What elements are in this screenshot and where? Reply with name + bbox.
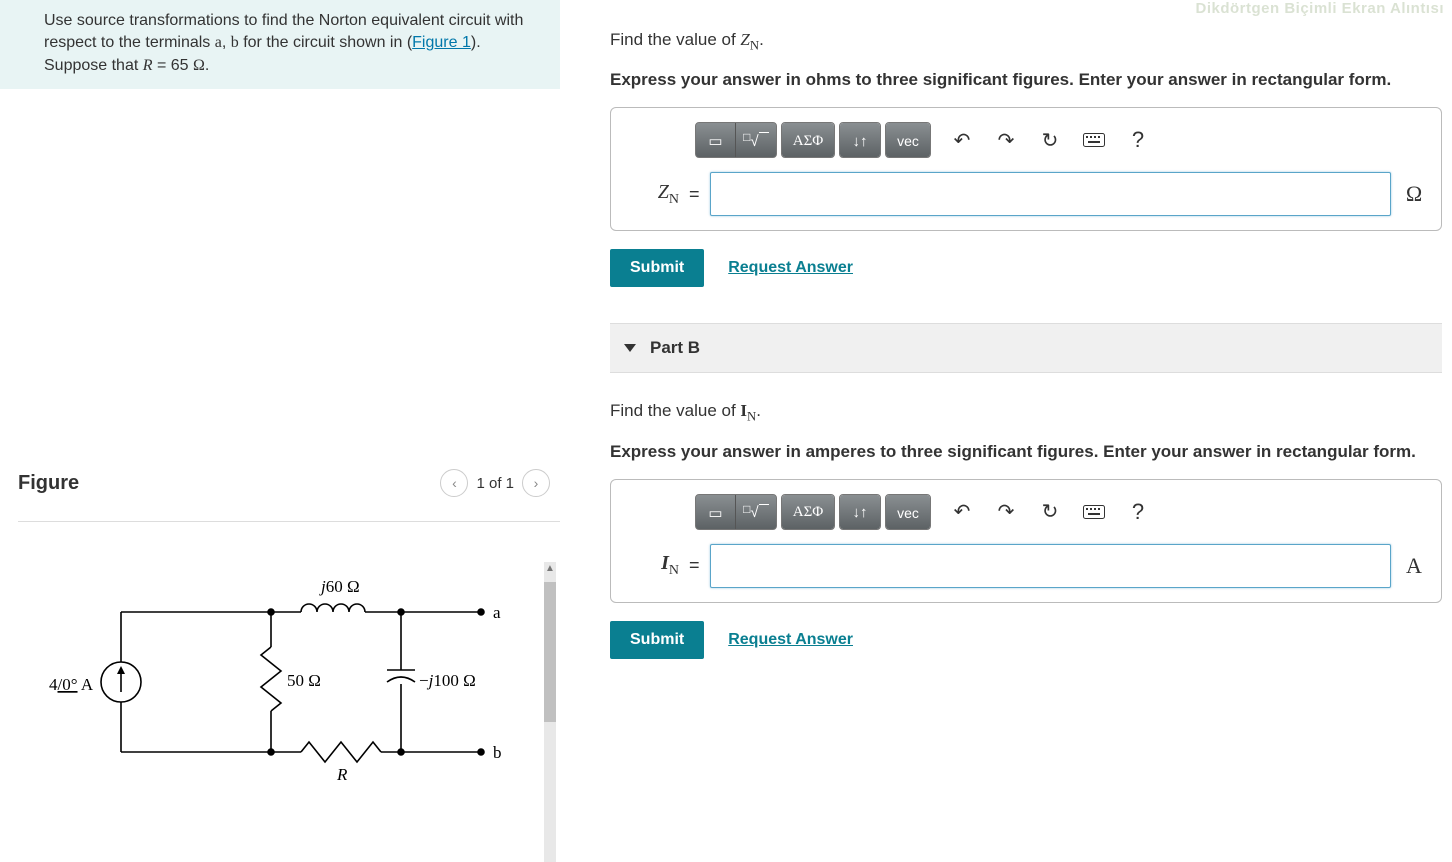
keyboard-icon — [1083, 133, 1105, 147]
greek-button[interactable]: ΑΣΦ — [782, 123, 834, 158]
subscript-button[interactable]: ↓↑ — [840, 495, 880, 530]
keyboard-button[interactable] — [1081, 127, 1107, 153]
greek-button[interactable]: ΑΣΦ — [782, 495, 834, 530]
part-b-instruction: Express your answer in amperes to three … — [610, 441, 1442, 463]
figure-title: Figure — [18, 472, 79, 495]
zn-unit: Ω — [1401, 181, 1427, 207]
reset-button[interactable]: ↻ — [1037, 499, 1063, 525]
figure-nav: ‹ 1 of 1 › — [440, 469, 550, 497]
subscript-button[interactable]: ↓↑ — [840, 123, 880, 158]
undo-button[interactable]: ↶ — [949, 499, 975, 525]
sqrt-button[interactable]: □√ — [736, 495, 776, 530]
part-b-toolbar: ▭ □√ ΑΣΦ ↓↑ vec ↶ ↷ ↻ — [695, 494, 1427, 530]
label-R: R — [336, 765, 348, 784]
caret-down-icon — [624, 344, 636, 352]
part-b-find: Find the value of IN. — [610, 401, 1442, 424]
part-b-content: Find the value of IN. Express your answe… — [610, 373, 1442, 658]
part-b-request-answer-link[interactable]: Request Answer — [728, 631, 853, 649]
keyboard-icon — [1083, 505, 1105, 519]
reset-button[interactable]: ↻ — [1037, 127, 1063, 153]
terminal-b: b — [231, 34, 239, 51]
keyboard-button[interactable] — [1081, 499, 1107, 525]
label-terminal-b: b — [493, 743, 502, 762]
part-b-title: Part B — [650, 338, 700, 358]
scroll-up-icon[interactable]: ▲ — [544, 562, 556, 574]
figure-link[interactable]: Figure 1 — [412, 34, 471, 51]
sqrt-button[interactable]: □√ — [736, 123, 776, 158]
help-button[interactable]: ? — [1125, 127, 1151, 153]
label-terminal-a: a — [493, 603, 501, 622]
part-a-request-answer-link[interactable]: Request Answer — [728, 259, 853, 277]
part-a-submit-button[interactable]: Submit — [610, 249, 704, 287]
vec-button[interactable]: vec — [886, 123, 930, 158]
part-a-toolbar: ▭ □√ ΑΣΦ ↓↑ vec ↶ ↷ ↻ — [695, 122, 1427, 158]
part-a-content: Find the value of ZN. Express your answe… — [610, 0, 1442, 287]
R-variable: R — [143, 57, 153, 74]
terminal-a: a — [215, 34, 222, 51]
undo-button[interactable]: ↶ — [949, 127, 975, 153]
template-button[interactable]: ▭ — [696, 123, 736, 158]
part-b-answer-box: ▭ □√ ΑΣΦ ↓↑ vec ↶ ↷ ↻ — [610, 479, 1442, 603]
in-input[interactable] — [710, 544, 1391, 588]
figure-prev-button[interactable]: ‹ — [440, 469, 468, 497]
help-button[interactable]: ? — [1125, 499, 1151, 525]
figure-counter: 1 of 1 — [476, 475, 514, 492]
circuit-diagram: j60 Ω 50 Ω −j100 Ω 4/0° A R a b — [41, 562, 521, 802]
figure-next-button[interactable]: › — [522, 469, 550, 497]
label-50ohm: 50 Ω — [287, 671, 321, 690]
zn-label: ZN — [625, 181, 679, 208]
part-b-submit-button[interactable]: Submit — [610, 621, 704, 659]
label-j60: j60 Ω — [319, 577, 360, 596]
problem-statement: Use source transformations to find the N… — [0, 0, 560, 89]
part-a-instruction: Express your answer in ohms to three sig… — [610, 69, 1442, 91]
zn-input[interactable] — [710, 172, 1391, 216]
template-button[interactable]: ▭ — [696, 495, 736, 530]
part-a-find: Find the value of ZN. — [610, 30, 1442, 53]
scrollbar-thumb[interactable] — [544, 582, 556, 722]
label-negj100: −j100 Ω — [419, 671, 476, 690]
vec-button[interactable]: vec — [886, 495, 930, 530]
part-b-header[interactable]: Part B — [610, 323, 1442, 373]
watermark-text: Dikdörtgen Biçimli Ekran Alıntısı — [1196, 0, 1445, 17]
part-a-answer-box: ▭ □√ ΑΣΦ ↓↑ vec ↶ ↷ ↻ — [610, 107, 1442, 231]
in-label: IN — [625, 552, 679, 579]
label-source: 4/0° A — [49, 675, 94, 694]
in-unit: A — [1401, 553, 1427, 579]
redo-button[interactable]: ↷ — [993, 127, 1019, 153]
redo-button[interactable]: ↷ — [993, 499, 1019, 525]
